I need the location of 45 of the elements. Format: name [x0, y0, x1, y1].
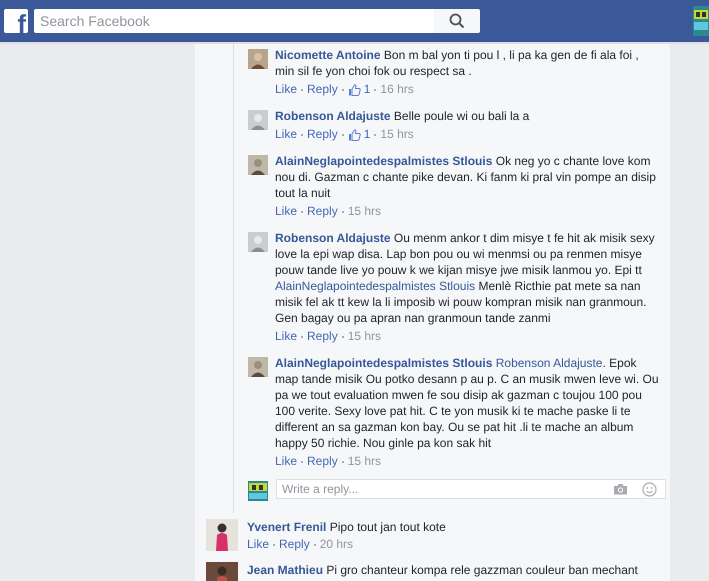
- author-link[interactable]: Robenson Aldajuste: [275, 109, 391, 123]
- mention-link[interactable]: AlainNeglapointedespalmistes Stlouis: [275, 279, 476, 293]
- timestamp: 15 hrs: [348, 453, 382, 470]
- search-field[interactable]: Search Facebook: [34, 9, 434, 33]
- comment-text: Robenson Aldajuste Belle poule wi ou bali la a: [275, 108, 530, 124]
- comment-text: Robenson Aldajuste Ou menm ankor t dim misye t fe hit ak misik sexy love la epi wap disa. Lap bon pou ou wi menmsi ou pa renmen misye pouw tande live yo pouw k we kijan misye jwe misik lanmou yo. Epi tt AlainNeglapointedespalmistes Stlouis Menlè Ricthie pat mete sa nan misik fel ak tt kew la li imposib wi pouw kompran misik nan granmoun. Gen bagay ou pa apran nan granmoun tande zanmi: [275, 230, 656, 326]
- mention-link[interactable]: Robenson Aldajuste: [496, 356, 602, 370]
- timestamp: 15 hrs: [348, 328, 382, 345]
- author-link[interactable]: Nicomette Antoine: [275, 48, 381, 62]
- timestamp: 16 hrs: [380, 81, 414, 98]
- timestamp: 15 hrs: [380, 126, 414, 143]
- action-link[interactable]: Reply: [279, 536, 310, 553]
- action-link[interactable]: Like: [275, 453, 298, 470]
- thumbs-up-icon: [348, 84, 361, 96]
- timestamp: 15 hrs: [348, 203, 382, 220]
- action-link[interactable]: Reply: [307, 453, 338, 470]
- action-link[interactable]: Reply: [307, 328, 338, 345]
- like-count: 1: [364, 81, 370, 98]
- search-button[interactable]: [434, 9, 480, 33]
- action-link[interactable]: Like: [247, 536, 270, 553]
- like-count: 1: [364, 126, 370, 143]
- smiley-icon[interactable]: [642, 482, 657, 496]
- action-link[interactable]: Reply: [307, 126, 338, 143]
- comment-text: Jean Mathieu Pi gro chanteur kompa rele gazzman couleur ban mechant: [247, 562, 639, 579]
- action-link[interactable]: Like: [275, 81, 298, 98]
- search-icon: [449, 13, 465, 29]
- thumbs-up-icon: [348, 128, 361, 140]
- author-link[interactable]: Yvenert Frenil: [247, 520, 326, 534]
- action-link[interactable]: Reply: [307, 203, 338, 220]
- comment-text: Nicomette Antoine Bon m bal yon ti pou l , li pa ka gen de fi ala foi , min sil fe yon choi fok ou respect sa .: [275, 47, 640, 79]
- author-link[interactable]: AlainNeglapointedespalmistes Stlouis: [275, 356, 492, 370]
- author-link[interactable]: AlainNeglapointedespalmistes Stlouis: [275, 154, 492, 168]
- action-link[interactable]: Like: [275, 126, 298, 143]
- action-link[interactable]: Like: [275, 203, 298, 220]
- author-link[interactable]: Jean Mathieu: [247, 563, 324, 577]
- logo[interactable]: f: [4, 9, 28, 33]
- comment-text: Yvenert Frenil Pipo tout jan tout kote: [247, 519, 447, 536]
- action-link[interactable]: Like: [275, 328, 298, 345]
- comment-text: AlainNeglapointedespalmistes Stlouis Ok neg yo c chante love kom nou di. Gazman c chante pike devan. Ki fanm ki pral vin pompe an disip tout la nuit: [275, 153, 657, 201]
- reply-field[interactable]: Write a reply...: [276, 479, 666, 499]
- author-link[interactable]: Robenson Aldajuste: [275, 231, 391, 245]
- action-link[interactable]: Reply: [307, 81, 338, 98]
- timestamp: 20 hrs: [320, 536, 354, 553]
- comment-text: AlainNeglapointedespalmistes Stlouis Robenson Aldajuste. Epok map tande misik Ou potko desann p au p. C an musik mwen leve wi. Ou pa we tout evaluation mwen fe sou disip ak gazman c toujou 100 pou 100 verite. Sexy love pat hit. C te yon musik ki te mache paske li te different an sa gazman kon bay. Ou se pat hit .li te mache an album happy 50 richie. Nou ginle pa kon sak hit: [275, 355, 660, 451]
- camera-icon[interactable]: [613, 483, 628, 495]
